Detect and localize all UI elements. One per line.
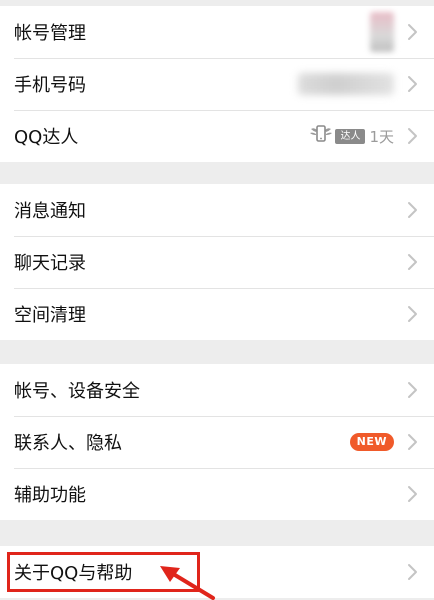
avatar (370, 12, 394, 52)
settings-page: 帐号管理 手机号码 QQ达人 达人 1天 消息通知 聊天记录 空间清理 帐号、设… (0, 0, 434, 600)
account-settings-group: 帐号管理 手机号码 QQ达人 达人 1天 (0, 6, 434, 162)
pointer-arrow-icon (160, 566, 215, 600)
daren-badge: 达人 (308, 123, 366, 149)
settings-item-label: 手机号码 (14, 75, 86, 96)
settings-item-label: 联系人、隐私 (14, 433, 122, 454)
settings-item-label: 帐号、设备安全 (14, 381, 140, 402)
settings-item-qq-daren[interactable]: QQ达人 达人 1天 (0, 110, 434, 162)
phone-with-wings-icon (308, 123, 334, 149)
settings-item-label: 消息通知 (14, 201, 86, 222)
settings-item-label: 帐号管理 (14, 23, 86, 44)
settings-item-accessibility[interactable]: 辅助功能 (0, 468, 434, 520)
settings-item-chat-history[interactable]: 聊天记录 (0, 236, 434, 288)
chevron-right-icon (404, 21, 420, 43)
settings-item-account-management[interactable]: 帐号管理 (0, 6, 434, 58)
settings-item-contacts-privacy[interactable]: 联系人、隐私 NEW (0, 416, 434, 468)
chevron-right-icon (404, 431, 420, 453)
chevron-right-icon (404, 73, 420, 95)
chevron-right-icon (404, 379, 420, 401)
daren-tag: 达人 (335, 128, 366, 144)
chevron-right-icon (404, 561, 420, 583)
settings-item-message-notification[interactable]: 消息通知 (0, 184, 434, 236)
settings-item-label: 聊天记录 (14, 253, 86, 274)
new-badge: NEW (349, 433, 394, 451)
chevron-right-icon (404, 199, 420, 221)
chevron-right-icon (404, 303, 420, 325)
chevron-right-icon (404, 125, 420, 147)
message-settings-group: 消息通知 聊天记录 空间清理 (0, 184, 434, 340)
security-settings-group: 帐号、设备安全 联系人、隐私 NEW 辅助功能 (0, 364, 434, 520)
settings-item-label: 空间清理 (14, 305, 86, 326)
daren-days: 1天 (369, 127, 394, 146)
settings-item-label: 辅助功能 (14, 485, 86, 506)
chevron-right-icon (404, 483, 420, 505)
chevron-right-icon (404, 251, 420, 273)
masked-phone-number (298, 73, 394, 95)
settings-item-label: QQ达人 (14, 127, 79, 148)
settings-item-phone-number[interactable]: 手机号码 (0, 58, 434, 110)
settings-item-account-device-security[interactable]: 帐号、设备安全 (0, 364, 434, 416)
settings-item-storage-cleanup[interactable]: 空间清理 (0, 288, 434, 340)
